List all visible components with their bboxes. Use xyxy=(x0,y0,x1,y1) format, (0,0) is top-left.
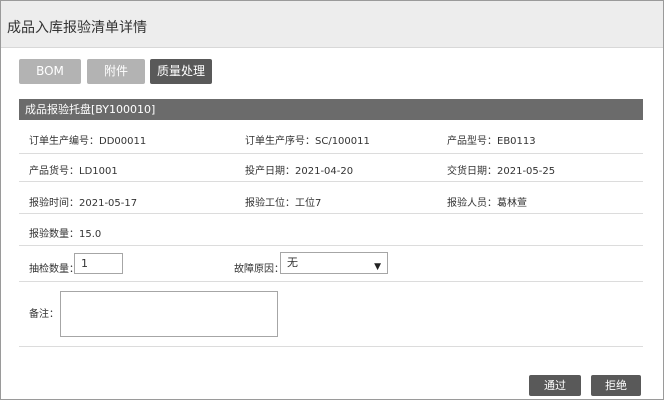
inspect-time: 报验时间：2021-05-17 xyxy=(29,198,138,209)
fault-reason-value: 无 xyxy=(287,256,298,269)
product-code: 产品货号：LD1001 xyxy=(29,166,118,177)
fault-reason-select[interactable]: 无 ▼ xyxy=(280,252,388,274)
production-date: 投产日期：2021-04-20 xyxy=(245,166,354,177)
order-no: 订单生产编号：DD00011 xyxy=(29,136,147,147)
info-row-3: 报验时间：2021-05-17 报验工位：工位7 报验人员：葛林萱 xyxy=(19,182,643,214)
section-header: 成品报验托盘[BY100010] xyxy=(19,99,643,120)
info-row-4: 报验数量：15.0 xyxy=(19,214,643,246)
remark-label: 备注： xyxy=(29,309,59,320)
inspector: 报验人员：葛林萱 xyxy=(447,198,527,209)
info-row-1: 订单生产编号：DD00011 订单生产序号：SC/100011 产品型号：EB0… xyxy=(19,121,643,154)
inspect-station: 报验工位：工位7 xyxy=(245,198,322,209)
pass-button[interactable]: 通过 xyxy=(529,375,581,396)
tab-attachment[interactable]: 附件 xyxy=(87,59,145,84)
page-title: 成品入库报验清单详情 xyxy=(7,20,147,36)
product-model: 产品型号：EB0113 xyxy=(447,136,536,147)
tab-quality-handling[interactable]: 质量处理 xyxy=(150,59,212,84)
info-row-2: 产品货号：LD1001 投产日期：2021-04-20 交货日期：2021-05… xyxy=(19,154,643,182)
remark-textarea[interactable] xyxy=(60,291,278,337)
sample-qty-label: 抽检数量： xyxy=(29,264,79,275)
reject-button[interactable]: 拒绝 xyxy=(591,375,641,396)
order-seq: 订单生产序号：SC/100011 xyxy=(245,136,370,147)
delivery-date: 交货日期：2021-05-25 xyxy=(447,166,556,177)
title-bar: 成品入库报验清单详情 xyxy=(1,1,663,48)
form-row-1: 抽检数量： 1 故障原因： 无 ▼ xyxy=(19,246,643,282)
fault-reason-label: 故障原因： xyxy=(234,264,284,275)
chevron-down-icon: ▼ xyxy=(374,262,381,272)
tab-bom[interactable]: BOM xyxy=(19,59,81,84)
detail-window: 成品入库报验清单详情 BOM 附件 质量处理 成品报验托盘[BY100010] … xyxy=(0,0,664,400)
form-row-remark: 备注： xyxy=(19,282,643,347)
inspect-qty: 报验数量：15.0 xyxy=(29,229,102,240)
sample-qty-input[interactable]: 1 xyxy=(74,253,123,274)
